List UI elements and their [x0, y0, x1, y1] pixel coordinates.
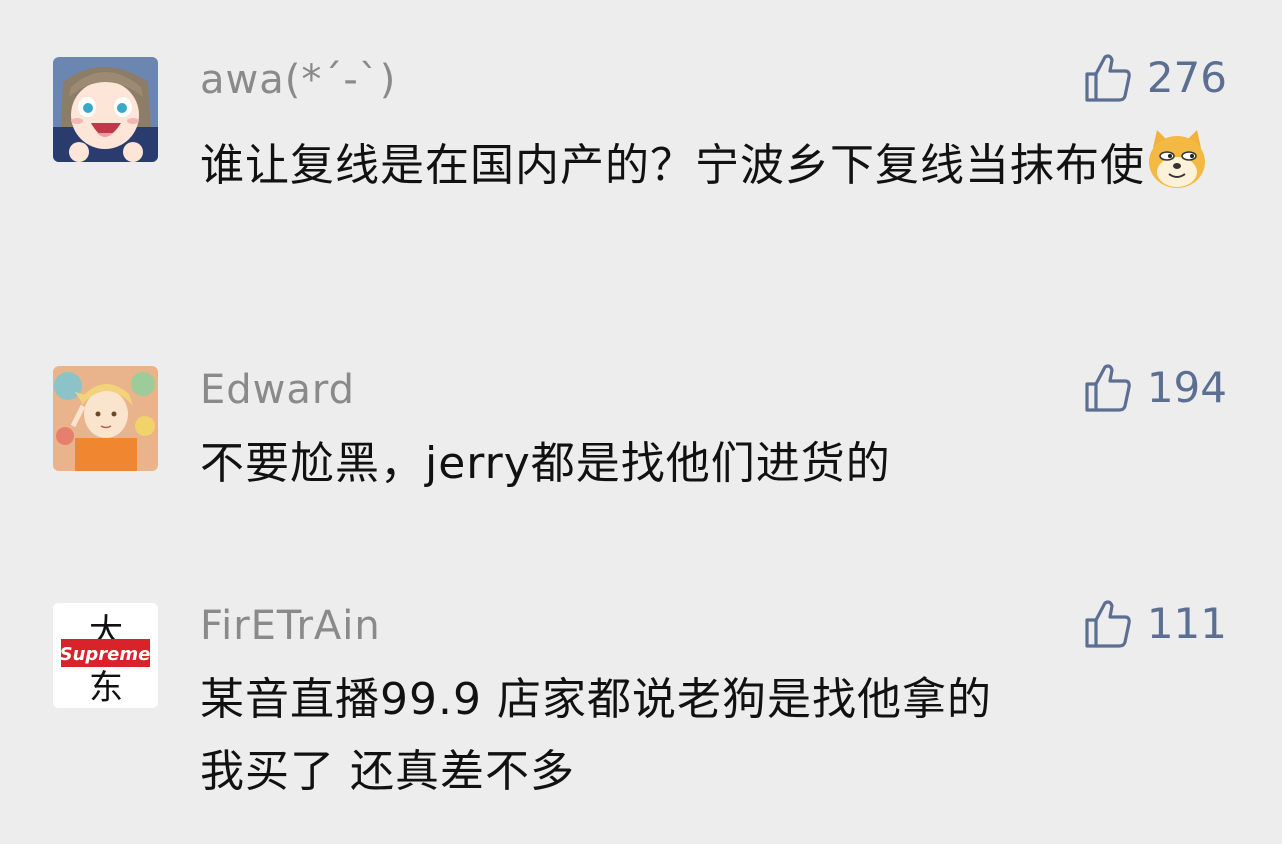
username[interactable]: FirETrAin	[200, 602, 381, 650]
like-count: 194	[1146, 363, 1227, 412]
supreme-logo-avatar-icon: 大 Supreme 东	[53, 603, 158, 708]
username[interactable]: awa(*´-`)	[200, 56, 396, 104]
comment-text-line: 我买了 还真差不多	[200, 746, 575, 797]
avatar[interactable]: 大 Supreme 东	[53, 603, 158, 708]
comment-text-content: 谁让复线是在国内产的？宁波乡下复线当抹布使	[200, 140, 1145, 191]
like-button[interactable]: 276	[1083, 52, 1227, 104]
comment-text: 谁让复线是在国内产的？宁波乡下复线当抹布使	[200, 128, 1210, 196]
thumbs-up-icon	[1085, 364, 1131, 412]
like-count: 111	[1146, 599, 1227, 648]
like-button[interactable]: 194	[1083, 362, 1227, 414]
comment-text: 某音直播99.9 店家都说老狗是找他拿的 我买了 还真差不多	[200, 670, 1210, 802]
doge-emoji-icon	[1149, 130, 1205, 188]
anime-boy-avatar-icon	[53, 366, 158, 471]
like-button[interactable]: 111	[1083, 598, 1227, 650]
like-count: 276	[1146, 53, 1227, 102]
thumbs-up-icon	[1085, 54, 1131, 102]
anime-girl-avatar-icon	[53, 57, 158, 162]
comment-text-line: 某音直播99.9 店家都说老狗是找他拿的	[200, 674, 992, 725]
comment-text: 不要尬黑，jerry都是找他们进货的	[200, 438, 891, 489]
username[interactable]: Edward	[200, 366, 355, 414]
avatar[interactable]	[53, 366, 158, 471]
avatar-char-bottom: 东	[89, 668, 123, 708]
supreme-logo-text: Supreme	[60, 644, 151, 665]
thumbs-up-icon	[1085, 600, 1131, 648]
avatar[interactable]	[53, 57, 158, 162]
